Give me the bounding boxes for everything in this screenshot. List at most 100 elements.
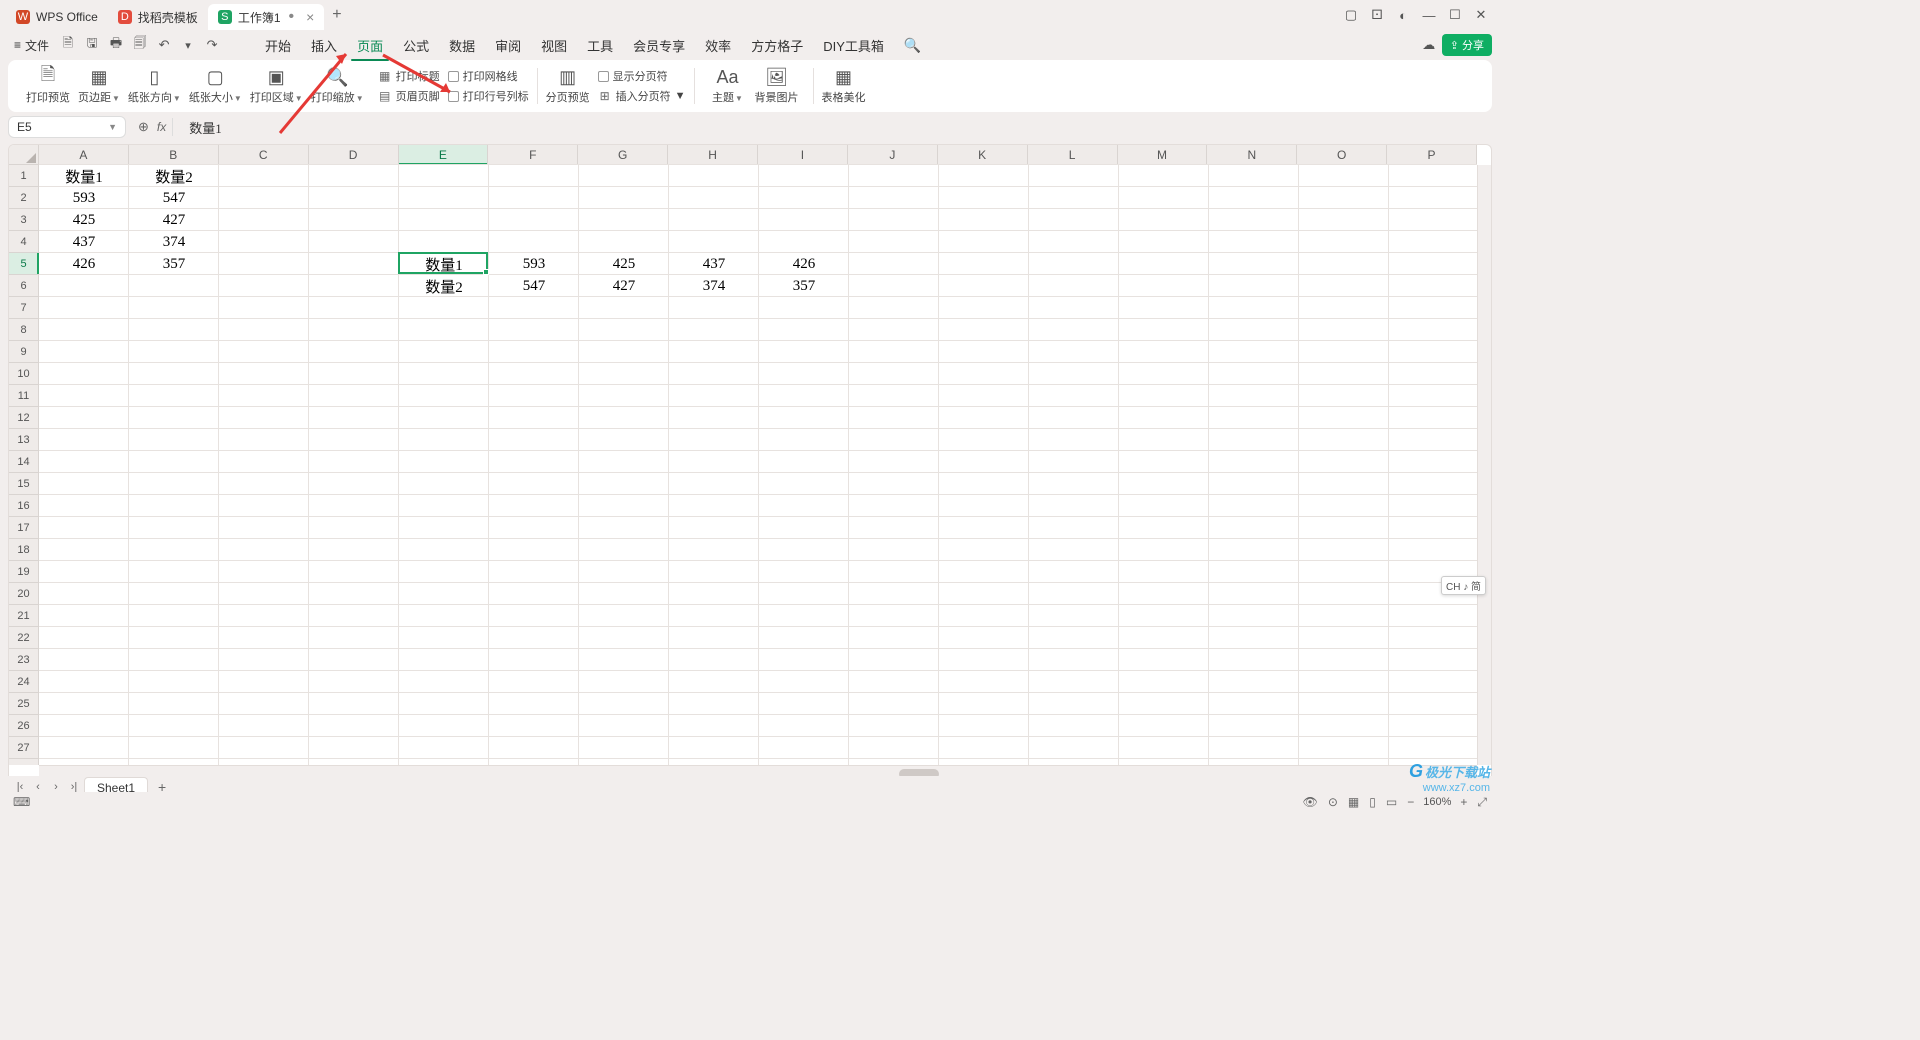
- formula-input[interactable]: [179, 119, 1492, 135]
- col-header-D[interactable]: D: [309, 145, 399, 164]
- col-header-G[interactable]: G: [578, 145, 668, 164]
- new-icon[interactable]: 🗎: [57, 34, 79, 56]
- cell-A5[interactable]: 426: [39, 253, 129, 275]
- row-header-18[interactable]: 18: [9, 539, 38, 561]
- ribbon-页边距[interactable]: ▦页边距▼: [74, 67, 124, 105]
- ribbon-背景图片[interactable]: 🖼背景图片: [751, 67, 803, 105]
- row-headers[interactable]: 1234567891011121314151617181920212223242…: [9, 165, 39, 765]
- row-header-8[interactable]: 8: [9, 319, 38, 341]
- col-header-N[interactable]: N: [1207, 145, 1297, 164]
- eye-icon[interactable]: 👁: [1298, 795, 1323, 809]
- ribbon-打印预览[interactable]: 🗎打印预览: [22, 67, 74, 105]
- row-header-9[interactable]: 9: [9, 341, 38, 363]
- share-button[interactable]: ⇪ 分享: [1442, 34, 1492, 56]
- select-all-corner[interactable]: [9, 145, 39, 165]
- row-header-1[interactable]: 1: [9, 165, 38, 187]
- file-menu[interactable]: ≡ 文件: [8, 37, 55, 54]
- cell-H5[interactable]: 437: [669, 253, 759, 275]
- print-rowcol-check[interactable]: 打印行号列标: [448, 88, 529, 104]
- chevron-down-icon[interactable]: ▼: [108, 122, 117, 132]
- menu-公式[interactable]: 公式: [393, 32, 439, 59]
- menu-数据[interactable]: 数据: [439, 32, 485, 59]
- cell-F6[interactable]: 547: [489, 275, 579, 297]
- row-header-27[interactable]: 27: [9, 737, 38, 759]
- print-gridlines-check[interactable]: 打印网格线: [448, 68, 529, 84]
- cell-A3[interactable]: 425: [39, 209, 129, 231]
- ribbon-打印缩放[interactable]: 🔍打印缩放▼: [307, 67, 368, 105]
- spreadsheet-grid[interactable]: ABCDEFGHIJKLMNOP 12345678910111213141516…: [8, 144, 1492, 782]
- ribbon-主题[interactable]: Aa主题▼: [705, 67, 751, 105]
- save-icon[interactable]: 🖫: [81, 34, 103, 56]
- app-tab-workbook[interactable]: S 工作簿1 • ×: [208, 4, 324, 30]
- menu-方方格子[interactable]: 方方格子: [741, 32, 813, 59]
- zoom-out-icon[interactable]: −: [1402, 795, 1419, 809]
- print-preview-icon[interactable]: 🗐: [129, 34, 151, 56]
- col-header-L[interactable]: L: [1028, 145, 1118, 164]
- column-headers[interactable]: ABCDEFGHIJKLMNOP: [39, 145, 1477, 165]
- col-header-M[interactable]: M: [1118, 145, 1208, 164]
- col-header-P[interactable]: P: [1387, 145, 1477, 164]
- close-button[interactable]: ✕: [1468, 7, 1494, 23]
- row-header-5[interactable]: 5: [9, 253, 38, 275]
- cell-B2[interactable]: 547: [129, 187, 219, 209]
- row-header-13[interactable]: 13: [9, 429, 38, 451]
- row-header-26[interactable]: 26: [9, 715, 38, 737]
- cloud-icon[interactable]: ☁: [1418, 37, 1440, 53]
- menu-开始[interactable]: 开始: [255, 32, 301, 59]
- menu-会员专享[interactable]: 会员专享: [623, 32, 695, 59]
- name-box[interactable]: E5 ▼: [8, 116, 126, 138]
- row-header-23[interactable]: 23: [9, 649, 38, 671]
- col-header-F[interactable]: F: [488, 145, 578, 164]
- row-header-16[interactable]: 16: [9, 495, 38, 517]
- col-header-I[interactable]: I: [758, 145, 848, 164]
- menu-页面[interactable]: 页面: [347, 32, 393, 59]
- cell-G5[interactable]: 425: [579, 253, 669, 275]
- row-header-22[interactable]: 22: [9, 627, 38, 649]
- row-header-3[interactable]: 3: [9, 209, 38, 231]
- vertical-scrollbar[interactable]: [1477, 165, 1491, 765]
- row-header-12[interactable]: 12: [9, 407, 38, 429]
- cell-B4[interactable]: 374: [129, 231, 219, 253]
- window-cube-icon[interactable]: ⚀: [1364, 7, 1390, 23]
- tab-close-icon[interactable]: ×: [306, 9, 314, 25]
- ribbon-打印区域[interactable]: ▣打印区域▼: [246, 67, 307, 105]
- zoom-level[interactable]: 160%: [1419, 796, 1455, 808]
- view-page-icon[interactable]: ▯: [1364, 795, 1381, 809]
- table-beautify-button[interactable]: ▦表格美化: [818, 64, 870, 108]
- cell-E5[interactable]: 数量1: [399, 253, 489, 275]
- cell-E6[interactable]: 数量2: [399, 275, 489, 297]
- window-layout-icon[interactable]: ▢: [1338, 7, 1364, 23]
- row-header-4[interactable]: 4: [9, 231, 38, 253]
- row-header-24[interactable]: 24: [9, 671, 38, 693]
- header-footer-item[interactable]: ▤页眉页脚: [378, 88, 440, 104]
- ime-indicator[interactable]: CH ♪ 简: [1441, 576, 1486, 595]
- col-header-J[interactable]: J: [848, 145, 938, 164]
- row-header-20[interactable]: 20: [9, 583, 38, 605]
- status-mode-icon[interactable]: ⌨: [8, 795, 35, 809]
- cell-A4[interactable]: 437: [39, 231, 129, 253]
- cell-I6[interactable]: 357: [759, 275, 849, 297]
- cell-H6[interactable]: 374: [669, 275, 759, 297]
- row-header-14[interactable]: 14: [9, 451, 38, 473]
- col-header-A[interactable]: A: [39, 145, 129, 164]
- print-titles-item[interactable]: ▦打印标题: [378, 68, 440, 84]
- row-header-10[interactable]: 10: [9, 363, 38, 385]
- focus-icon[interactable]: ⊙: [1323, 795, 1343, 809]
- col-header-C[interactable]: C: [219, 145, 309, 164]
- cell-area[interactable]: 数量1数量2593547425427437374426357数量15934254…: [39, 165, 1477, 765]
- cell-B1[interactable]: 数量2: [129, 165, 219, 187]
- menu-DIY工具箱[interactable]: DIY工具箱: [813, 32, 894, 59]
- col-header-E[interactable]: E: [399, 145, 489, 164]
- row-header-11[interactable]: 11: [9, 385, 38, 407]
- redo-icon[interactable]: ↷: [201, 37, 223, 53]
- search-icon[interactable]: 🔍: [896, 37, 929, 54]
- view-normal-icon[interactable]: ▦: [1343, 795, 1364, 809]
- print-icon[interactable]: 🖶: [105, 34, 127, 56]
- menu-工具[interactable]: 工具: [577, 32, 623, 59]
- menu-效率[interactable]: 效率: [695, 32, 741, 59]
- page-break-preview-button[interactable]: ▥分页预览: [542, 64, 594, 108]
- menu-视图[interactable]: 视图: [531, 32, 577, 59]
- cell-I5[interactable]: 426: [759, 253, 849, 275]
- col-header-O[interactable]: O: [1297, 145, 1387, 164]
- undo-icon[interactable]: ↶: [153, 37, 175, 53]
